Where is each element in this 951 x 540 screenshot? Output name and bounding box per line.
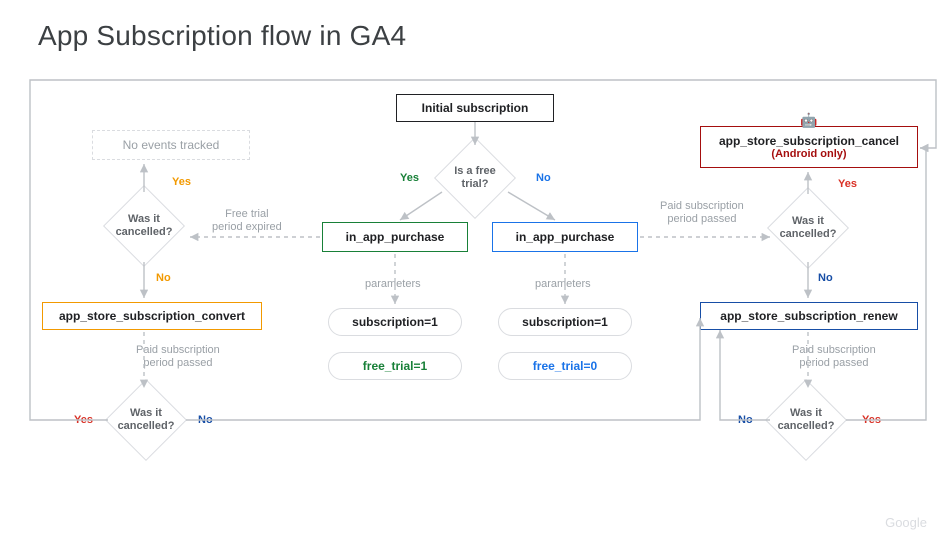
label-cancel3-yes: Yes <box>838 178 857 190</box>
text-is-free-trial: Is a freetrial? <box>454 165 496 191</box>
text-renew: app_store_subscription_renew <box>720 309 897 323</box>
text-ft0: free_trial=0 <box>533 359 597 373</box>
text-cancel: app_store_subscription_cancel <box>719 134 899 148</box>
node-in-app-purchase-yes: in_app_purchase <box>322 222 468 252</box>
text-was-cancelled-4: Was itcancelled? <box>778 407 835 433</box>
label-cancel2-no: No <box>198 414 213 426</box>
node-subscription-cancel: app_store_subscription_cancel (Android o… <box>700 126 918 168</box>
text-sub1a: subscription=1 <box>352 315 438 329</box>
text-cancel-sub: (Android only) <box>771 148 846 160</box>
text-was-cancelled-3: Was itcancelled? <box>780 215 837 241</box>
node-was-cancelled-left-2: Was itcancelled? <box>106 380 186 460</box>
text-initial-subscription: Initial subscription <box>422 101 529 115</box>
pill-free-trial-1: free_trial=1 <box>328 352 462 380</box>
label-cancel1-yes: Yes <box>172 176 191 188</box>
text-iap-no: in_app_purchase <box>516 230 615 244</box>
footer-logo: Google <box>885 515 927 530</box>
node-subscription-renew: app_store_subscription_renew <box>700 302 918 330</box>
label-free-trial-yes: Yes <box>400 172 419 184</box>
text-no-events: No events tracked <box>123 138 220 152</box>
node-initial-subscription: Initial subscription <box>396 94 554 122</box>
label-cancel4-no: No <box>738 414 753 426</box>
label-cancel2-yes: Yes <box>74 414 93 426</box>
node-was-cancelled-right-2: Was itcancelled? <box>766 380 846 460</box>
pill-subscription-1-b: subscription=1 <box>498 308 632 336</box>
page-title: App Subscription flow in GA4 <box>38 20 406 52</box>
text-iap-yes: in_app_purchase <box>346 230 445 244</box>
label-parameters-no: parameters <box>535 278 591 290</box>
node-was-cancelled-left-1: Was itcancelled? <box>104 186 184 266</box>
text-was-cancelled-1: Was itcancelled? <box>116 213 173 239</box>
label-cancel4-yes: Yes <box>862 414 881 426</box>
node-was-cancelled-right-1: Was itcancelled? <box>768 188 848 268</box>
node-subscription-convert: app_store_subscription_convert <box>42 302 262 330</box>
android-icon: 🤖 <box>800 112 817 129</box>
node-is-free-trial: Is a freetrial? <box>435 138 515 218</box>
node-no-events-tracked: No events tracked <box>92 130 250 160</box>
pill-free-trial-0: free_trial=0 <box>498 352 632 380</box>
label-parameters-yes: parameters <box>365 278 421 290</box>
text-ft1: free_trial=1 <box>363 359 427 373</box>
label-paid-sub-passed-right-1: Paid subscriptionperiod passed <box>660 200 744 226</box>
text-convert: app_store_subscription_convert <box>59 309 245 323</box>
label-cancel3-no: No <box>818 272 833 284</box>
text-was-cancelled-2: Was itcancelled? <box>118 407 175 433</box>
label-paid-sub-passed-left: Paid subscriptionperiod passed <box>136 344 220 370</box>
text-sub1b: subscription=1 <box>522 315 608 329</box>
label-free-trial-expired: Free trialperiod expired <box>212 208 282 234</box>
label-paid-sub-passed-right-2: Paid subscriptionperiod passed <box>792 344 876 370</box>
pill-subscription-1-a: subscription=1 <box>328 308 462 336</box>
label-cancel1-no: No <box>156 272 171 284</box>
node-in-app-purchase-no: in_app_purchase <box>492 222 638 252</box>
label-free-trial-no: No <box>536 172 551 184</box>
